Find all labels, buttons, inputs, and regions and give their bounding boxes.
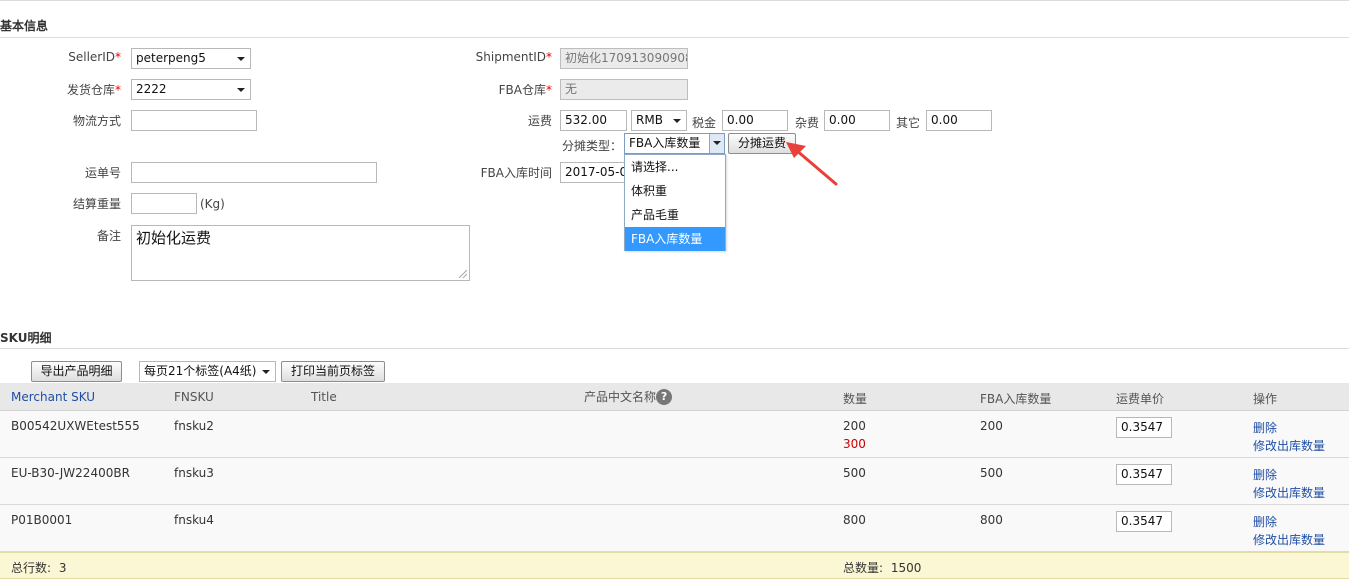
currency-select[interactable]: RMB: [631, 110, 687, 131]
tracking-label: 运单号: [84, 166, 121, 180]
tax-input[interactable]: 0.00: [722, 110, 788, 131]
shipment-label: ShipmentID*: [475, 50, 552, 64]
misc-label: 杂费: [795, 116, 820, 130]
chevron-down-icon: [713, 141, 721, 145]
modify-qty-link[interactable]: 修改出库数量: [1253, 531, 1325, 548]
cell-fnsku: fnsku4: [174, 513, 214, 527]
alloc-option[interactable]: 请选择...: [625, 155, 725, 179]
alloc-option[interactable]: 体积重: [625, 179, 725, 203]
alloc-option[interactable]: 产品毛重: [625, 203, 725, 227]
modify-qty-link[interactable]: 修改出库数量: [1253, 484, 1325, 501]
seller-select[interactable]: peterpeng5: [131, 48, 251, 69]
col-title: Title: [311, 390, 337, 404]
total-rows-label: 总行数:: [11, 561, 52, 575]
remark-textarea[interactable]: 初始化运费: [131, 225, 470, 281]
logistics-input[interactable]: [131, 110, 257, 131]
unit-freight-input[interactable]: 0.3547: [1116, 464, 1172, 485]
chevron-down-icon: [237, 88, 245, 92]
col-merchant-sku[interactable]: Merchant SKU: [11, 390, 95, 404]
col-unit-freight: 运费单价: [1116, 392, 1165, 406]
col-qty: 数量: [843, 392, 868, 406]
currency-value: RMB: [636, 113, 663, 127]
delete-link[interactable]: 删除: [1253, 513, 1277, 530]
annotation-arrow-icon: [786, 142, 838, 186]
col-fba-qty: FBA入库数量: [980, 392, 1052, 406]
other-input[interactable]: 0.00: [926, 110, 992, 131]
total-rows-value: 3: [58, 561, 67, 575]
label-layout-select[interactable]: 每页21个标签(A4纸): [139, 361, 276, 382]
total-qty-value: 1500: [890, 561, 922, 575]
logistics-label: 物流方式: [72, 114, 121, 128]
cell-qty: 200: [843, 419, 866, 433]
cell-qty: 500: [843, 466, 866, 480]
dropdown-toggle[interactable]: [709, 134, 724, 153]
cell-merchant-sku: P01B0001: [11, 513, 73, 527]
label-layout-value: 每页21个标签(A4纸): [144, 364, 257, 378]
shipment-input: 初始化170913090908: [560, 48, 688, 69]
warehouse-select[interactable]: 2222: [131, 79, 251, 100]
unit-freight-input[interactable]: 0.3547: [1116, 511, 1172, 532]
chevron-down-icon: [237, 57, 245, 61]
alloc-type-dropdown: 请选择... 体积重 产品毛重 FBA入库数量: [624, 154, 726, 251]
weight-input[interactable]: [131, 193, 197, 214]
fba-warehouse-label: FBA仓库*: [498, 83, 552, 97]
fba-time-label: FBA入库时间: [480, 166, 552, 180]
seller-value: peterpeng5: [136, 51, 206, 65]
cell-merchant-sku: B00542UXWEtest555: [11, 419, 140, 433]
cell-fnsku: fnsku3: [174, 466, 214, 480]
cell-fba-qty: 200: [980, 419, 1003, 433]
alloc-type-select[interactable]: FBA入库数量: [624, 133, 725, 154]
col-cn-name: 产品中文名称?: [584, 388, 673, 405]
cell-fba-qty: 800: [980, 513, 1003, 527]
total-qty-label: 总数量:: [843, 561, 884, 575]
unit-freight-input[interactable]: 0.3547: [1116, 417, 1172, 438]
other-label: 其它: [896, 116, 921, 130]
cell-qty: 800: [843, 513, 866, 527]
total-qty: 总数量: 1500: [843, 559, 921, 576]
export-products-button[interactable]: 导出产品明细: [31, 361, 122, 382]
cell-qty-secondary: 300: [843, 437, 866, 451]
weight-unit: (Kg): [200, 197, 225, 211]
delete-link[interactable]: 删除: [1253, 466, 1277, 483]
col-fnsku: FNSKU: [174, 390, 214, 404]
section-title-sku: SKU明细: [0, 331, 52, 345]
alloc-option-selected[interactable]: FBA入库数量: [625, 227, 725, 251]
warehouse-value: 2222: [136, 82, 167, 96]
fba-warehouse-input: 无: [560, 79, 688, 100]
weight-label: 结算重量: [72, 197, 121, 211]
chevron-down-icon: [673, 119, 681, 123]
alloc-type-label: 分摊类型：: [562, 139, 623, 153]
cell-fba-qty: 500: [980, 466, 1003, 480]
print-labels-button[interactable]: 打印当前页标签: [281, 361, 385, 382]
alloc-type-value: FBA入库数量: [629, 136, 701, 150]
cell-merchant-sku: EU-B30-JW22400BR: [11, 466, 130, 480]
col-operations: 操作: [1253, 392, 1278, 406]
resize-grip-icon: [459, 270, 467, 278]
table-footer: [0, 552, 1349, 579]
delete-link[interactable]: 删除: [1253, 419, 1277, 436]
divider-top: [0, 0, 1349, 1]
section-title-basic: 基本信息: [0, 19, 49, 33]
cell-fnsku: fnsku2: [174, 419, 214, 433]
divider: [0, 37, 1349, 38]
remark-value: 初始化运费: [136, 229, 212, 247]
total-rows: 总行数: 3: [11, 559, 67, 576]
seller-label: SellerID*: [68, 50, 121, 64]
warehouse-label: 发货仓库*: [66, 83, 121, 97]
misc-input[interactable]: 0.00: [824, 110, 890, 131]
tracking-input[interactable]: [131, 162, 377, 183]
help-icon[interactable]: ?: [656, 388, 673, 405]
freight-label: 运费: [527, 114, 552, 128]
chevron-down-icon: [262, 370, 270, 374]
remark-label: 备注: [96, 229, 121, 243]
divider: [0, 348, 1349, 349]
fba-time-input[interactable]: 2017-05-01: [560, 162, 630, 183]
modify-qty-link[interactable]: 修改出库数量: [1253, 437, 1325, 454]
freight-input[interactable]: 532.00: [560, 110, 627, 131]
tax-label: 税金: [692, 116, 717, 130]
